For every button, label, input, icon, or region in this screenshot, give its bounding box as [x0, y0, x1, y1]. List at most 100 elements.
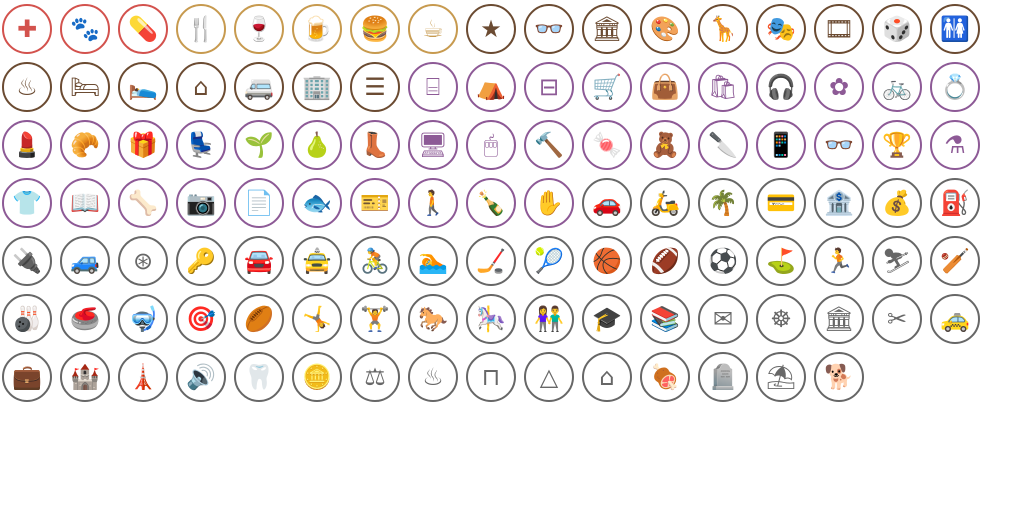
soccer-ball-icon: ⚽ — [708, 247, 738, 275]
icon-badge: 📖 — [60, 178, 110, 228]
star-icon: ★ — [480, 15, 502, 43]
icon-badge: 💺 — [176, 120, 226, 170]
dumbbell-icon: 🏋 — [360, 305, 390, 333]
cinema-film-icon: 🎞 — [823, 15, 855, 43]
flower-icon: ✿ — [828, 73, 850, 101]
town-hall-icon: 🏛 — [823, 305, 855, 333]
icon-badge: 🖱 — [466, 120, 516, 170]
icon-badge: 👓 — [814, 120, 864, 170]
computer-monitor-icon: 🖥 — [417, 131, 449, 159]
car-key-icon: 🔑 — [186, 247, 216, 275]
icon-badge: 👢 — [350, 120, 400, 170]
castle-tower-icon: 🏰 — [70, 363, 100, 391]
sauna-icon: ♨ — [422, 363, 444, 391]
icon-badge: ⛺ — [466, 62, 516, 112]
bone-icon: 🦴 — [128, 189, 158, 217]
icon-badge: 👫 — [524, 294, 574, 344]
icon-badge: 📱 — [756, 120, 806, 170]
icon-badge: ⚽ — [698, 236, 748, 286]
boot-icon: 👢 — [360, 131, 390, 159]
icon-badge: 🏢 — [292, 62, 342, 112]
icon-badge: 🎲 — [872, 4, 922, 54]
icon-badge: ⛷ — [872, 236, 922, 286]
dog-park-icon: 🐕 — [824, 363, 854, 391]
potted-plant-icon: 🌱 — [244, 131, 274, 159]
ev-charging-icon: 🔌 — [12, 247, 42, 275]
icon-badge: 🚐 — [234, 62, 284, 112]
icon-badge: 🚻 — [930, 4, 980, 54]
envelope-icon: ✉ — [712, 305, 734, 333]
gravestone-icon: 🪦 — [708, 363, 738, 391]
rugby-ball-icon: 🏉 — [244, 305, 274, 333]
icon-badge: ✋ — [524, 178, 574, 228]
icon-badge: △ — [524, 352, 574, 402]
icon-badge: ⚖ — [350, 352, 400, 402]
icon-badge: 💼 — [2, 352, 52, 402]
icon-badge: 🔊 — [176, 352, 226, 402]
icon-badge: 🚗 — [582, 178, 632, 228]
icon-badge: 🏒 — [466, 236, 516, 286]
palm-beach-icon: 🌴 — [708, 189, 738, 217]
icon-badge: 🤸 — [292, 294, 342, 344]
icon-badge: 🛵 — [640, 178, 690, 228]
tooth-icon: 🦷 — [244, 363, 274, 391]
bowling-icon: 🎳 — [12, 305, 42, 333]
icon-badge: 🍖 — [640, 352, 690, 402]
icon-row: 💼 🏰 🗼 🔊 🦷 🪙 ⚖ ♨ ⊓ △ ⌂ 🍖 🪦 ⛱ 🐕 — [2, 352, 872, 406]
icon-badge: 👕 — [2, 178, 52, 228]
children-playing-icon: 👫 — [534, 305, 564, 333]
american-football-icon: 🏈 — [650, 247, 680, 275]
swimming-icon: 🏊 — [418, 247, 448, 275]
icon-badge: 💊 — [118, 4, 168, 54]
pill-capsule-icon: 💊 — [128, 15, 158, 43]
icon-badge: 🥌 — [60, 294, 110, 344]
hardware-hammer-icon: 🔨 — [534, 131, 564, 159]
icon-badge: 🏦 — [814, 178, 864, 228]
icon-badge: ★ — [466, 4, 516, 54]
icon-badge: 🚴 — [350, 236, 400, 286]
computer-mouse-icon: 🖱 — [483, 131, 499, 159]
hockey-stick-icon: 🏒 — [476, 247, 506, 275]
icon-badge: 💰 — [872, 178, 922, 228]
icon-badge: 🐟 — [292, 178, 342, 228]
shelter-icon: ⌂ — [599, 363, 615, 391]
icon-badge: 🦷 — [234, 352, 284, 402]
icon-badge: 🐎 — [408, 294, 458, 344]
candy-icon: 🍬 — [592, 131, 622, 159]
icon-row: 💄 🥐 🎁 💺 🌱 🍐 👢 🖥 🖱 🔨 🍬 🧸 🔪 📱 👓 🏆 ⚗ — [2, 120, 988, 174]
icon-badge: 🍷 — [234, 4, 284, 54]
icon-badge: 🦴 — [118, 178, 168, 228]
credit-card-icon: 💳 — [766, 189, 796, 217]
icon-badge: 🏏 — [930, 236, 980, 286]
icon-badge: 🚘 — [234, 236, 284, 286]
icon-badge: ⊟ — [524, 62, 574, 112]
coins-icon: 🪙 — [302, 363, 332, 391]
headphones-icon: 🎧 — [766, 73, 796, 101]
icon-badge: ⛳ — [756, 236, 806, 286]
shopping-bag-icon: 👜 — [650, 73, 680, 101]
icon-badge: ⛱ — [756, 352, 806, 402]
icon-badge: 🎧 — [756, 62, 806, 112]
theater-masks-icon: 🎭 — [766, 15, 796, 43]
icon-badge: ☕ — [408, 4, 458, 54]
icon-badge: 🎞 — [814, 4, 864, 54]
shopping-cart-icon: 🛒 — [592, 73, 622, 101]
scissors-icon: ✂ — [886, 305, 908, 333]
eyeglasses-icon: 👓 — [824, 131, 854, 159]
icon-badge: ✂ — [872, 294, 922, 344]
icon-badge: 🚶 — [408, 178, 458, 228]
icon-badge: 🎭 — [756, 4, 806, 54]
art-palette-icon: 🎨 — [650, 15, 680, 43]
paw-print-icon: 🐾 — [70, 15, 100, 43]
icon-badge: ⊓ — [466, 352, 516, 402]
archery-target-icon: 🎯 — [186, 305, 216, 333]
mortar-pestle-icon: ⚗ — [944, 131, 966, 159]
icon-badge: ⌂ — [176, 62, 226, 112]
icon-badge: ✉ — [698, 294, 748, 344]
museum-icon: 🏛 — [591, 15, 623, 43]
copy-shop-icon: 📄 — [244, 189, 274, 217]
horse-riding-icon: 🐎 — [418, 305, 448, 333]
hot-tub-icon: ♨ — [16, 73, 38, 101]
trophy-icon: 🏆 — [882, 131, 912, 159]
icon-row: ♨ 🛏 🛌 ⌂ 🚐 🏢 ☰ ⌸ ⛺ ⊟ 🛒 👜 🛍 🎧 ✿ 🚲 💍 — [2, 62, 988, 116]
